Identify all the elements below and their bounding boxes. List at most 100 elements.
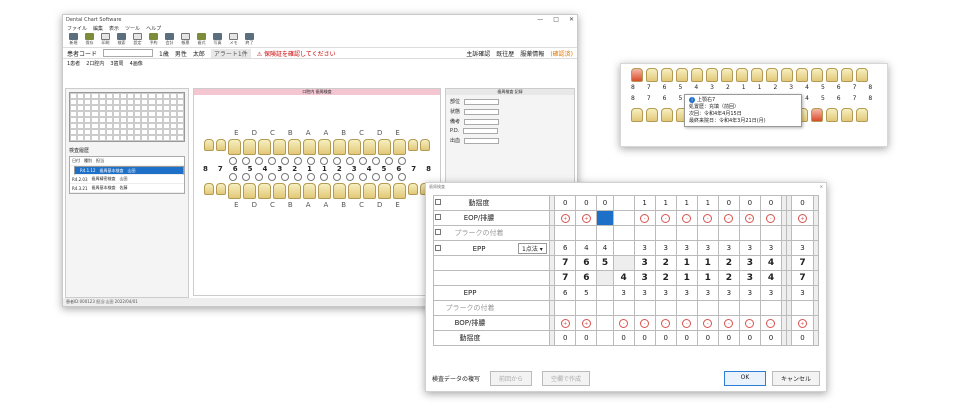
perio-cell[interactable]: 0 bbox=[791, 330, 814, 346]
perio-cell[interactable]: 1 bbox=[696, 270, 719, 286]
perio-cell[interactable]: 0 bbox=[575, 195, 598, 211]
perio-cell[interactable] bbox=[612, 240, 635, 256]
perio-cell[interactable]: 3 bbox=[612, 285, 635, 301]
info-link-3[interactable]: 服薬情報 bbox=[520, 49, 544, 58]
perio-cell[interactable]: 0 bbox=[654, 330, 677, 346]
perio-cell[interactable] bbox=[791, 225, 814, 241]
toolbar-settings-button[interactable]: 設定 bbox=[131, 33, 144, 46]
perio-cell[interactable]: - bbox=[675, 315, 698, 331]
perio-cell[interactable] bbox=[812, 195, 820, 211]
perio-cell[interactable]: + bbox=[575, 210, 598, 226]
perio-cell[interactable]: 0 bbox=[554, 330, 577, 346]
perio-cell[interactable] bbox=[633, 300, 656, 316]
perio-cell[interactable] bbox=[596, 315, 614, 331]
perio-cell[interactable]: 7 bbox=[554, 255, 577, 271]
close-icon[interactable]: ✕ bbox=[569, 16, 574, 23]
perio-cell[interactable]: - bbox=[696, 210, 719, 226]
perio-cell[interactable]: 0 bbox=[575, 330, 598, 346]
perio-cell[interactable]: 5 bbox=[596, 255, 614, 271]
history-row[interactable]: R4.1.12 歯周基本検査 山田 bbox=[74, 166, 184, 175]
perio-cell[interactable]: + bbox=[554, 315, 577, 331]
tab-perio[interactable]: 3歯周 bbox=[110, 60, 123, 67]
perio-cell[interactable] bbox=[575, 225, 598, 241]
perio-cell[interactable]: - bbox=[654, 210, 677, 226]
perio-cell[interactable]: 0 bbox=[791, 195, 814, 211]
row-checkbox[interactable] bbox=[435, 244, 441, 251]
perio-cell[interactable]: 1 bbox=[633, 195, 656, 211]
perio-cell[interactable]: 1 bbox=[675, 270, 698, 286]
perio-cell[interactable]: - bbox=[717, 210, 740, 226]
perio-cell[interactable]: - bbox=[633, 315, 656, 331]
perio-cell[interactable]: - bbox=[675, 210, 698, 226]
perio-cell[interactable]: + bbox=[791, 210, 814, 226]
field-input[interactable] bbox=[464, 118, 500, 125]
toolbar-billing-button[interactable]: 会計 bbox=[163, 33, 176, 46]
perio-cell[interactable]: 1 bbox=[675, 255, 698, 271]
tab-oral[interactable]: 2口腔内 bbox=[86, 60, 104, 67]
upper-teeth-row[interactable] bbox=[194, 139, 440, 155]
menu-tools[interactable]: ツール bbox=[125, 25, 140, 32]
perio-cell[interactable]: 3 bbox=[759, 240, 782, 256]
tab-patient[interactable]: 1患者 bbox=[67, 60, 80, 67]
ok-button[interactable]: OK bbox=[723, 371, 766, 386]
perio-cell[interactable]: 3 bbox=[633, 240, 656, 256]
perio-cell[interactable]: 3 bbox=[654, 240, 677, 256]
perio-cell[interactable] bbox=[654, 225, 677, 241]
perio-cell[interactable]: 3 bbox=[738, 270, 761, 286]
perio-cell[interactable]: 3 bbox=[759, 285, 782, 301]
toolbar-exit-button[interactable]: 終了 bbox=[243, 33, 256, 46]
menu-view[interactable]: 表示 bbox=[109, 25, 119, 32]
perio-cell[interactable]: 2 bbox=[717, 270, 740, 286]
perio-cell[interactable]: 6 bbox=[575, 270, 598, 286]
perio-cell[interactable] bbox=[812, 240, 820, 256]
menu-help[interactable]: ヘルプ bbox=[146, 25, 161, 32]
perio-cell[interactable]: 6 bbox=[554, 285, 577, 301]
perio-cell[interactable]: 4 bbox=[596, 240, 614, 256]
info-link-2[interactable]: 既往歴 bbox=[496, 49, 514, 58]
perio-cell[interactable] bbox=[596, 285, 614, 301]
tab-images[interactable]: 4画像 bbox=[130, 60, 143, 67]
perio-cell[interactable] bbox=[738, 225, 761, 241]
perio-cell[interactable]: 0 bbox=[759, 330, 782, 346]
upper-status-circles[interactable] bbox=[194, 157, 440, 165]
perio-cell[interactable] bbox=[812, 285, 820, 301]
lower-teeth-row[interactable] bbox=[194, 183, 440, 199]
toolbar-forms-button[interactable]: 帳票 bbox=[179, 33, 192, 46]
toolbar-appointment-button[interactable]: 予約 bbox=[147, 33, 160, 46]
perio-cell[interactable] bbox=[717, 300, 740, 316]
perio-cell[interactable] bbox=[791, 300, 814, 316]
perio-cell[interactable] bbox=[654, 300, 677, 316]
epp-mode-select[interactable]: 1点法 ▾ bbox=[518, 242, 547, 254]
perio-cell[interactable] bbox=[596, 225, 614, 241]
perio-cell[interactable]: 1 bbox=[696, 255, 719, 271]
history-row[interactable]: R4.2.03 歯周精密検査 山田 bbox=[70, 175, 184, 184]
patient-code-input[interactable] bbox=[103, 49, 154, 57]
perio-cell[interactable]: 5 bbox=[575, 285, 598, 301]
perio-cell[interactable]: - bbox=[696, 315, 719, 331]
perio-cell[interactable]: 4 bbox=[612, 270, 635, 286]
toolbar-new-button[interactable]: 新規 bbox=[67, 33, 80, 46]
row-checkbox[interactable] bbox=[435, 229, 441, 235]
perio-cell[interactable] bbox=[812, 315, 820, 331]
field-input[interactable] bbox=[463, 128, 499, 134]
perio-cell[interactable] bbox=[759, 225, 782, 241]
perio-cell[interactable] bbox=[612, 210, 635, 226]
perio-cell[interactable]: 1 bbox=[654, 195, 677, 211]
cancel-button[interactable]: キャンセル bbox=[771, 371, 820, 386]
perio-cell[interactable]: 1 bbox=[696, 195, 719, 211]
perio-cell[interactable]: 7 bbox=[554, 270, 577, 286]
perio-cell[interactable]: 2 bbox=[654, 270, 677, 286]
perio-cell[interactable] bbox=[612, 195, 635, 211]
maximize-icon[interactable]: □ bbox=[553, 16, 559, 23]
perio-cell[interactable] bbox=[596, 270, 614, 286]
perio-cell[interactable]: 1 bbox=[675, 195, 698, 211]
perio-cell[interactable] bbox=[575, 300, 598, 316]
row-checkbox[interactable] bbox=[435, 214, 441, 220]
toolbar-print-button[interactable]: 印刷 bbox=[99, 33, 112, 46]
toolbar-chart-button[interactable]: 歯式 bbox=[195, 33, 208, 46]
perio-cell[interactable]: 3 bbox=[791, 240, 814, 256]
perio-cell[interactable] bbox=[738, 300, 761, 316]
perio-cell[interactable]: 0 bbox=[596, 195, 614, 211]
perio-cell[interactable]: 3 bbox=[675, 285, 698, 301]
perio-cell[interactable]: - bbox=[633, 210, 656, 226]
